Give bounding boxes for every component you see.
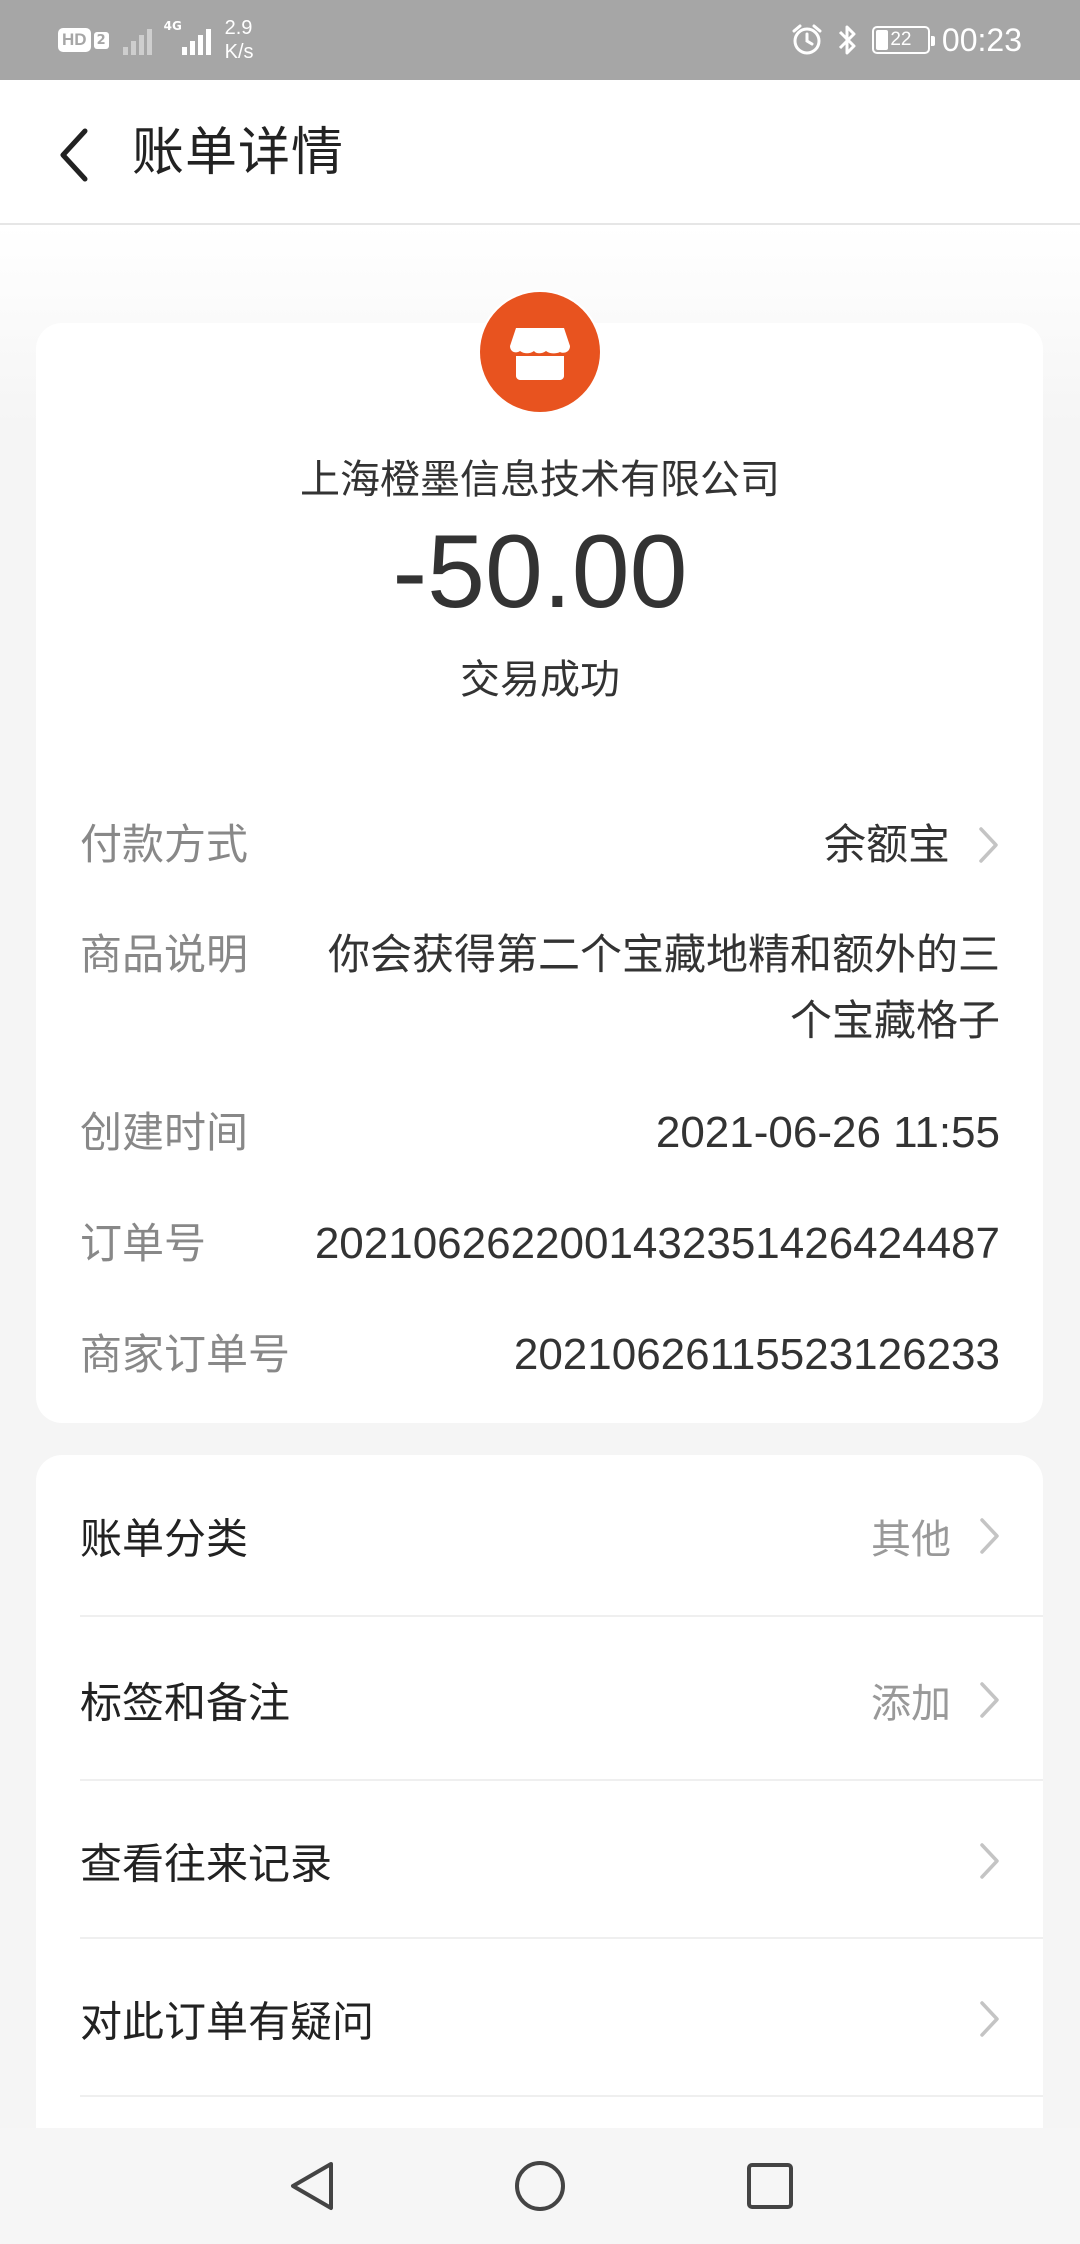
bill-category-right: 其他 (871, 1507, 1001, 1565)
net-speed-unit: K/s (224, 41, 254, 63)
circle-home-icon (515, 2161, 565, 2211)
view-records-label: 查看往来记录 (80, 1839, 333, 1889)
chevron-left-icon (60, 128, 88, 182)
nav-recents-button[interactable] (740, 2156, 800, 2216)
tags-notes-hint: 添加 (871, 1681, 951, 1727)
bluetooth-icon (838, 25, 856, 55)
chevron-right-icon (979, 827, 998, 863)
product-desc-row: 商品说明 你会获得第二个宝藏地精和额外的三个宝藏格子 (80, 922, 1000, 1054)
net-speed: 2.9 K/s (225, 16, 254, 64)
triangle-back-icon (291, 2162, 333, 2210)
store-icon (510, 328, 570, 380)
payment-method-value: 余额宝 (823, 820, 950, 869)
page-title: 账单详情 (132, 123, 345, 183)
page-header: 账单详情 (0, 80, 1080, 225)
payment-method-row[interactable]: 付款方式 余额宝 (80, 812, 1000, 878)
divider (80, 1615, 1043, 1617)
order-no-label: 订单号 (80, 1219, 207, 1268)
transaction-status: 交易成功 (460, 657, 620, 703)
nav-home-button[interactable] (510, 2156, 570, 2216)
status-bar: HD 2 4G 2.9 K/s 22 00:23 (0, 0, 1080, 80)
transaction-amount: -50.00 (392, 514, 688, 630)
order-question-right (979, 1999, 1001, 2039)
bill-category-label: 账单分类 (80, 1514, 249, 1564)
signal-icon-sim1 (122, 25, 152, 55)
payment-method-label: 付款方式 (80, 820, 249, 869)
chevron-right-icon (980, 2001, 999, 2037)
merchant-logo-circle (480, 292, 600, 412)
view-records-item[interactable]: 查看往来记录 (80, 1783, 1043, 1939)
divider (80, 1937, 1043, 1939)
alarm-icon (792, 24, 822, 55)
order-question-label: 对此订单有疑问 (80, 1997, 375, 2047)
signal-icon-sim2: 4G (164, 19, 211, 55)
hd-label: HD (58, 28, 91, 52)
chevron-right-icon (980, 1518, 999, 1554)
bill-category-item[interactable]: 账单分类 其他 (80, 1455, 1043, 1617)
hd-sub: 2 (93, 31, 109, 49)
nav-back-button[interactable] (282, 2156, 342, 2216)
created-time-row: 创建时间 2021-06-26 11:55 (80, 1100, 1000, 1166)
order-question-item[interactable]: 对此订单有疑问 (80, 1941, 1043, 2097)
hd-voice-icon: HD 2 (58, 28, 109, 52)
order-no-row: 订单号 2021062622001432351426424487 (80, 1211, 1000, 1277)
square-recents-icon (747, 2163, 793, 2209)
created-time-label: 创建时间 (80, 1108, 249, 1157)
merchant-order-no-row: 商家订单号 20210626115523126233 (80, 1322, 1000, 1388)
divider (80, 2095, 1043, 2097)
chevron-right-icon (980, 1682, 999, 1718)
battery-level: 22 (890, 29, 912, 50)
payment-method-value-wrap: 余额宝 (824, 812, 1000, 878)
divider (80, 1779, 1043, 1781)
net-speed-value: 2.9 (224, 17, 253, 39)
merchant-order-no-value[interactable]: 20210626115523126233 (514, 1322, 1000, 1388)
bill-category-value: 其他 (871, 1517, 951, 1563)
tags-notes-right: 添加 (871, 1671, 1001, 1729)
merchant-name: 上海橙墨信息技术有限公司 (300, 457, 780, 503)
system-nav-bar (0, 2128, 1080, 2244)
tags-notes-label: 标签和备注 (80, 1678, 291, 1728)
created-time-value: 2021-06-26 11:55 (655, 1108, 1000, 1157)
battery-icon: 22 (871, 26, 935, 54)
status-bar-right: 22 00:23 (790, 14, 1022, 66)
product-desc-label: 商品说明 (80, 930, 249, 979)
back-button[interactable] (40, 120, 110, 190)
product-desc-value: 你会获得第二个宝藏地精和额外的三个宝藏格子 (327, 930, 1000, 1045)
chevron-right-icon (980, 1843, 999, 1879)
view-records-right (979, 1841, 1001, 1881)
status-time: 00:23 (941, 21, 1022, 58)
network-type: 4G (163, 19, 182, 33)
order-no-value[interactable]: 2021062622001432351426424487 (315, 1211, 1000, 1277)
merchant-order-no-label: 商家订单号 (80, 1330, 291, 1379)
status-bar-left: HD 2 4G 2.9 K/s (58, 14, 254, 66)
tags-notes-item[interactable]: 标签和备注 添加 (80, 1619, 1043, 1781)
merchant-logo (478, 290, 602, 414)
